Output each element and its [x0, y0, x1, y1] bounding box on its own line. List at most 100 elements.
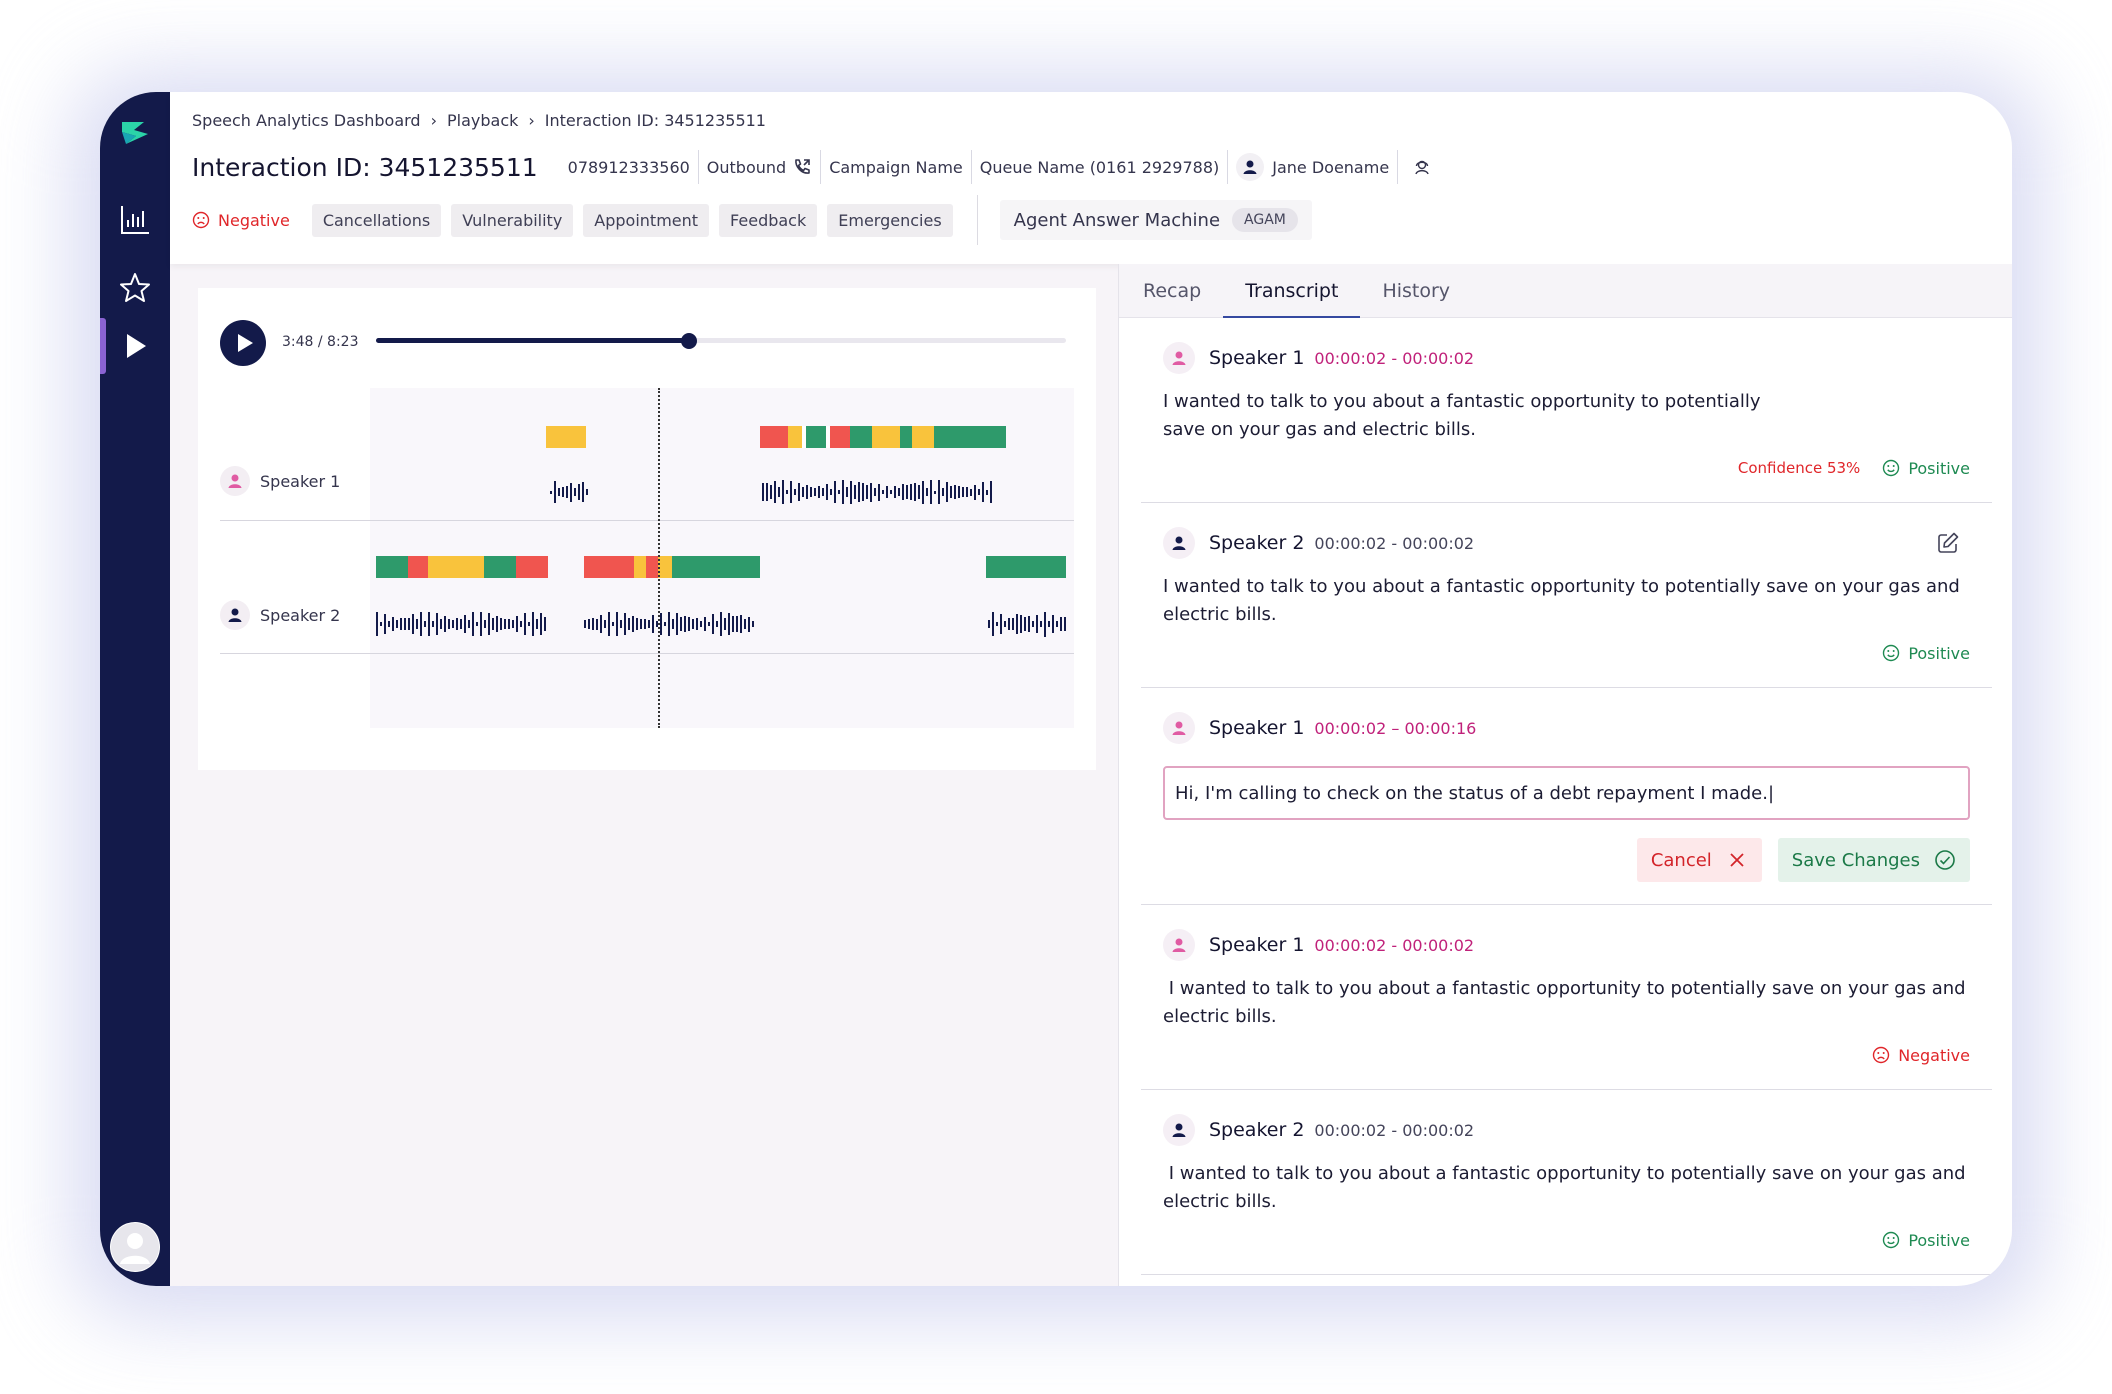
waveform-bar: [388, 620, 390, 628]
speaker-name: Speaker 2: [1209, 532, 1305, 554]
waveform-bar: [512, 620, 514, 628]
lane-divider: [220, 653, 1074, 654]
tab-bar: Recap Transcript History: [1119, 264, 2012, 318]
transcript-entry-header: Speaker 2 00:00:02 - 00:00:02: [1163, 1114, 1970, 1146]
play-button[interactable]: [220, 320, 266, 366]
transcript-entry-header: Speaker 2 00:00:02 - 00:00:02: [1163, 527, 1970, 559]
transcript-entry-header: Speaker 1 00:00:02 - 00:00:02: [1163, 342, 1970, 374]
headset-icon: [1415, 160, 1429, 175]
transcript-entry: Speaker 1 00:00:02 - 00:00:02 I wanted t…: [1141, 318, 1992, 503]
sentiment-segment[interactable]: [986, 556, 1066, 578]
waveform-bar: [1012, 618, 1014, 630]
speaker-name: Speaker 1: [1209, 934, 1305, 956]
waveform-bar: [834, 481, 836, 503]
waveform-bar: [566, 485, 568, 499]
breadcrumb-playback[interactable]: Playback: [447, 111, 518, 130]
avatar[interactable]: [110, 1222, 160, 1272]
phone-icon: [795, 159, 810, 174]
playhead-marker[interactable]: [658, 388, 660, 728]
waveform-bar: [910, 484, 912, 500]
tag-row: Negative Cancellations Vulnerability App…: [192, 195, 2012, 245]
tag-emergencies[interactable]: Emergencies: [827, 203, 953, 237]
playback-time: 3:48 / 8:23: [282, 334, 359, 350]
timestamp[interactable]: 00:00:02 – 00:00:16: [1314, 719, 1476, 738]
waveform-bar: [540, 612, 542, 636]
transcript-entry: Speaker 1 00:00:02 - 00:00:02 I wanted t…: [1141, 905, 1992, 1090]
waveform-bar: [448, 619, 450, 629]
timestamp[interactable]: 00:00:02 - 00:00:02: [1314, 1121, 1474, 1140]
outcome-badge: Agent Answer Machine AGAM: [999, 200, 1312, 240]
logo-icon[interactable]: [114, 112, 156, 154]
sentiment-segment[interactable]: [760, 426, 1006, 448]
progress-handle[interactable]: [680, 333, 697, 349]
waveform-bar: [684, 615, 686, 633]
waveform-bar: [440, 619, 442, 629]
avatar-icon: [111, 1223, 159, 1271]
waveform-bar: [570, 482, 572, 502]
waveform-bar: [584, 619, 586, 629]
waveform-bar: [1056, 620, 1058, 628]
waveform-bar: [500, 617, 502, 631]
agent-status[interactable]: [1398, 150, 1440, 184]
sentiment-segment[interactable]: [376, 556, 548, 578]
sidebar-item-favourites[interactable]: [100, 260, 170, 316]
tag-cancellations[interactable]: Cancellations: [311, 203, 442, 237]
sentiment-segment[interactable]: [584, 556, 760, 578]
transcript-entry-editing: Speaker 1 00:00:02 – 00:00:16 Hi, I'm ca…: [1141, 688, 1992, 905]
waveform-bar: [456, 618, 458, 630]
transcript-text: I wanted to talk to you about a fantasti…: [1163, 391, 1761, 440]
waveform-bar: [528, 621, 530, 627]
detail-panel: Recap Transcript History Speaker 1 00:00…: [1118, 264, 2012, 1286]
waveform-bar: [632, 616, 634, 632]
tab-recap[interactable]: Recap: [1141, 264, 1223, 318]
timestamp[interactable]: 00:00:02 - 00:00:02: [1314, 534, 1474, 553]
timestamp[interactable]: 00:00:02 - 00:00:02: [1314, 349, 1474, 368]
tab-history[interactable]: History: [1380, 264, 1472, 318]
waveform-bar: [480, 611, 482, 637]
chevron-right-icon: ›: [430, 110, 437, 130]
sidebar-item-playback[interactable]: [100, 318, 170, 374]
tag-vulnerability[interactable]: Vulnerability: [451, 203, 574, 237]
waveform-bar: [1024, 616, 1026, 632]
waveform-bar: [766, 482, 768, 502]
tag-appointment[interactable]: Appointment: [583, 203, 710, 237]
waveform-bar: [582, 481, 584, 503]
waveform-bar: [810, 487, 812, 497]
queue-name-text: Queue Name (0161 2929788): [979, 157, 1220, 177]
segment-block: [760, 426, 788, 448]
waveform-bar: [1000, 613, 1002, 635]
tab-transcript[interactable]: Transcript: [1223, 264, 1361, 318]
waveform-bar: [1016, 614, 1018, 634]
transcript-edit-input[interactable]: Hi, I'm calling to check on the status o…: [1163, 766, 1970, 820]
waveform-bar: [946, 482, 948, 502]
waveform-bar: [668, 611, 670, 637]
cancel-button[interactable]: Cancel: [1636, 838, 1762, 882]
tag-feedback[interactable]: Feedback: [719, 203, 818, 237]
sentiment-segment[interactable]: [546, 426, 586, 448]
speaker-2-name: Speaker 2: [260, 605, 341, 625]
transcript-entry-header: Speaker 1 00:00:02 - 00:00:02: [1163, 929, 1970, 961]
waveform-bar: [628, 618, 630, 630]
smile-icon: [1883, 1231, 1900, 1249]
waveform-bar: [748, 616, 750, 632]
segment-block: [830, 426, 850, 448]
edit-icon[interactable]: [1936, 531, 1960, 555]
timestamp[interactable]: 00:00:02 - 00:00:02: [1314, 936, 1474, 955]
waveform-bar: [950, 486, 952, 498]
waveform-bar: [404, 617, 406, 631]
breadcrumb-dashboard[interactable]: Speech Analytics Dashboard: [192, 111, 421, 130]
waveform-bar: [712, 613, 714, 635]
waveform-bar: [408, 617, 410, 631]
waveform-bar: [392, 617, 394, 631]
transcript-entry-footer: Positive: [1163, 641, 1970, 665]
save-changes-button[interactable]: Save Changes: [1777, 838, 1970, 882]
waveform-bar: [886, 485, 888, 499]
waveform-bar: [926, 487, 928, 497]
queue-name: Queue Name (0161 2929788): [972, 150, 1229, 184]
waveform-bar: [536, 618, 538, 630]
overall-sentiment: Negative: [192, 211, 290, 230]
sidebar-item-analytics[interactable]: [100, 192, 170, 248]
segment-block: [484, 556, 516, 578]
speaker-name: Speaker 1: [1209, 347, 1305, 369]
waveform-bar: [416, 618, 418, 630]
